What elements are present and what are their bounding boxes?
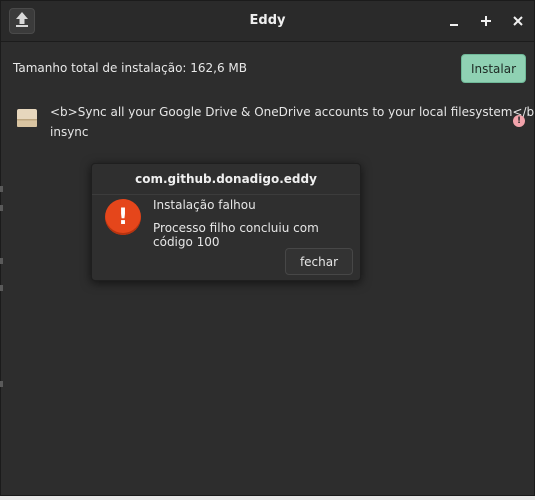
package-name: insync: [50, 125, 89, 139]
app-window: Eddy Tamanho total de instalação: 162,6 …: [0, 0, 535, 496]
dialog-close-button[interactable]: fechar: [285, 248, 353, 275]
error-title: Instalação falhou: [153, 198, 256, 212]
install-button[interactable]: Instalar: [461, 54, 526, 83]
error-message: Processo filho concluiu com código 100: [153, 221, 319, 249]
maximize-button[interactable]: [476, 11, 496, 31]
dialog-title: com.github.donadigo.eddy: [92, 164, 360, 195]
warning-icon[interactable]: !: [513, 115, 525, 127]
close-window-button[interactable]: [508, 11, 528, 31]
error-dialog: com.github.donadigo.eddy ! Instalação fa…: [91, 163, 361, 281]
close-icon: [513, 16, 523, 26]
minimize-icon: [450, 24, 458, 26]
maximize-icon: [481, 16, 491, 26]
install-size-label: Tamanho total de instalação: 162,6 MB: [13, 61, 248, 75]
package-icon: [16, 107, 38, 129]
minimize-button[interactable]: [444, 11, 464, 31]
titlebar: Eddy: [1, 1, 534, 42]
package-description: <b>Sync all your Google Drive & OneDrive…: [50, 105, 535, 119]
error-icon: !: [105, 199, 141, 235]
